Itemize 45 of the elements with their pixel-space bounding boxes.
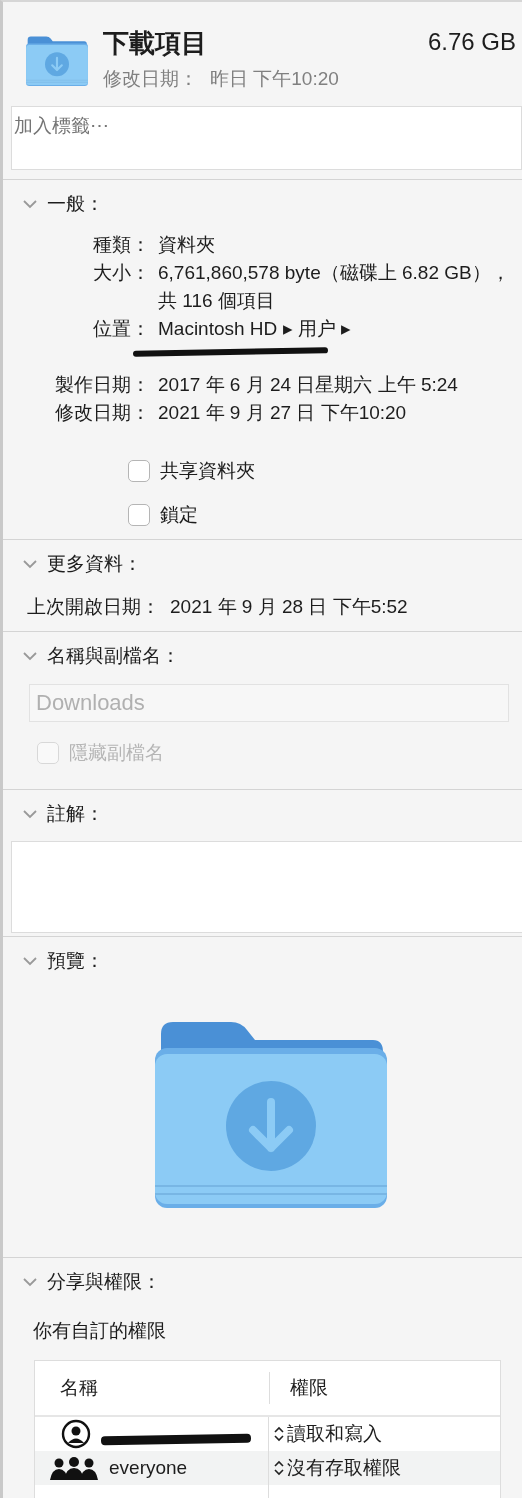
section-title: 註解： xyxy=(47,802,104,826)
disclosure-chevron-icon[interactable] xyxy=(23,1277,37,1288)
disclosure-chevron-icon[interactable] xyxy=(23,956,37,967)
info-value: 2017 年 6 月 24 日星期六 上午 5:24 xyxy=(158,373,458,395)
info-value: 6,761,860,578 byte（磁碟上 6.82 GB），共 116 個項目 xyxy=(158,261,510,311)
info-value: 2021 年 9 月 27 日 下午10:20 xyxy=(158,401,407,423)
info-label: 位置： xyxy=(92,316,150,341)
permission-value[interactable]: 讀取和寫入 xyxy=(287,1419,382,1449)
modified-value: 昨日 下午10:20 xyxy=(210,68,339,89)
section-title: 一般： xyxy=(47,192,104,216)
stepper-icon[interactable] xyxy=(273,1459,285,1477)
permission-value[interactable]: 沒有存取權限 xyxy=(287,1453,401,1483)
checkbox-label: 鎖定 xyxy=(160,503,198,527)
user-icon xyxy=(61,1419,91,1449)
user-name: everyone xyxy=(109,1455,188,1480)
info-label: 製作日期： xyxy=(54,372,150,397)
section-title: 更多資料： xyxy=(47,552,142,576)
checkbox[interactable] xyxy=(128,504,150,527)
disclosure-chevron-icon[interactable] xyxy=(23,199,37,210)
file-title: 下載項目 xyxy=(103,27,207,60)
info-value: 資料夾 xyxy=(158,233,215,255)
disclosure-chevron-icon[interactable] xyxy=(23,809,37,820)
file-size: 6.76 GB xyxy=(427,27,516,57)
section-title: 分享與權限： xyxy=(47,1270,161,1294)
checkbox[interactable] xyxy=(128,459,150,482)
checkbox-label: 共享資料夾 xyxy=(160,458,255,483)
stepper-icon[interactable] xyxy=(273,1425,285,1443)
permission-note: 你有自訂的權限 xyxy=(33,1318,167,1343)
info-label: 修改日期： xyxy=(54,400,150,425)
tags-field[interactable]: 加入標籤⋯ xyxy=(11,106,522,170)
section-title: 預覽： xyxy=(47,949,104,973)
info-value: Macintosh HD ▸ 用户 ▸ xyxy=(158,317,352,339)
folder-icon xyxy=(25,34,89,88)
info-value: 2021 年 9 月 28 日 下午5:52 xyxy=(170,595,408,617)
group-icon xyxy=(49,1456,99,1480)
info-label: 大小： xyxy=(92,260,150,285)
info-label: 上次開啟日期： xyxy=(27,595,160,617)
column-header: 權限 xyxy=(290,1375,328,1400)
section-title: 名稱與副檔名： xyxy=(47,644,180,668)
column-header: 名稱 xyxy=(60,1376,98,1398)
comments-field[interactable] xyxy=(11,840,522,933)
checkbox-label: 隱藏副檔名 xyxy=(69,740,164,765)
modified-label: 修改日期： xyxy=(103,68,198,89)
info-label: 種類： xyxy=(92,232,150,257)
disclosure-chevron-icon[interactable] xyxy=(23,559,37,570)
